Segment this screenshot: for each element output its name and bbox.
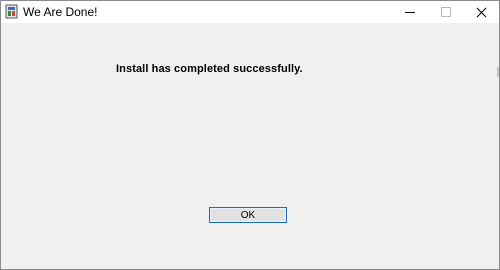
close-icon	[476, 7, 487, 18]
completion-message: Install has completed successfully.	[116, 63, 303, 75]
dialog-window: We Are Done! Install has completed succe…	[0, 0, 500, 270]
resize-edge[interactable]	[497, 67, 499, 77]
ok-button[interactable]: OK	[209, 207, 287, 223]
close-button[interactable]	[464, 1, 498, 23]
minimize-button[interactable]	[393, 1, 427, 23]
window-title: We Are Done!	[23, 5, 98, 19]
installer-icon	[5, 4, 18, 19]
title-bar[interactable]: We Are Done!	[1, 1, 499, 23]
minimize-icon	[405, 11, 415, 13]
maximize-icon	[441, 7, 451, 17]
maximize-button[interactable]	[429, 1, 463, 23]
dialog-body: Install has completed successfully. OK	[1, 23, 499, 269]
